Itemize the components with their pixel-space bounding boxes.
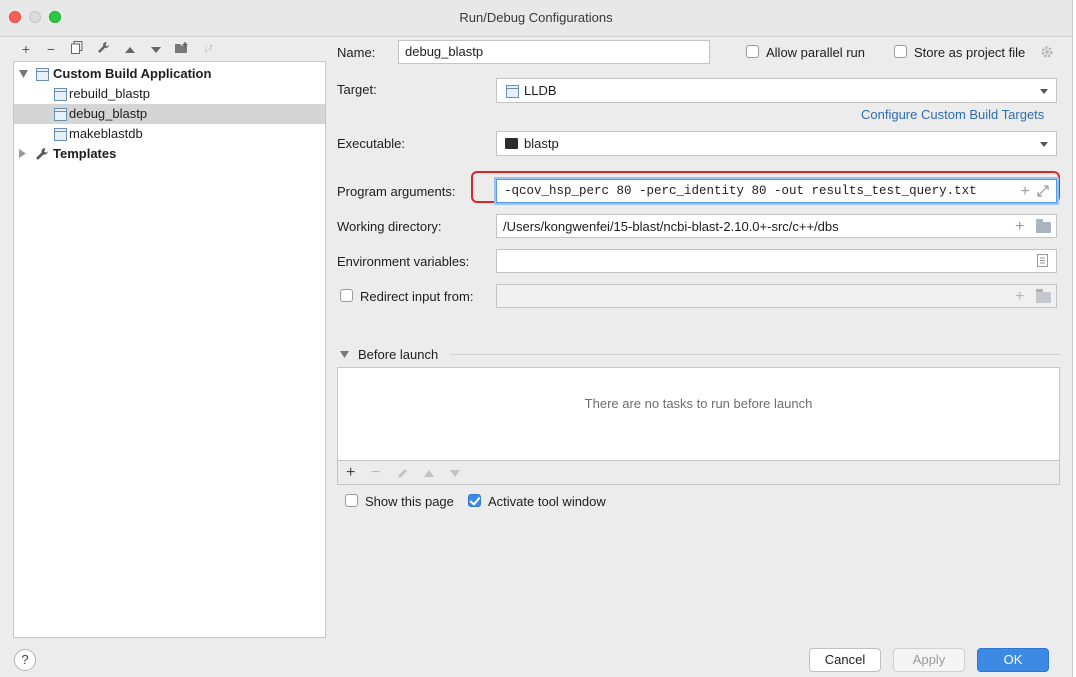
- config-icon: [506, 85, 519, 98]
- name-field[interactable]: debug_blastp: [398, 40, 710, 64]
- config-icon: [54, 108, 67, 121]
- cancel-button[interactable]: Cancel: [809, 648, 881, 672]
- plus-icon[interactable]: +: [1015, 219, 1024, 235]
- expand-arrow-icon[interactable]: [19, 70, 28, 78]
- collapse-arrow-icon[interactable]: [19, 149, 26, 158]
- terminal-icon: [505, 138, 518, 149]
- move-down-icon[interactable]: [147, 40, 165, 58]
- tree-templates-label: Templates: [53, 146, 117, 161]
- tree-item-rebuild-blastp[interactable]: rebuild_blastp: [14, 84, 325, 104]
- store-project-checkbox[interactable]: [894, 45, 907, 58]
- folder-icon[interactable]: [1036, 219, 1051, 233]
- tree-item-debug-blastp[interactable]: debug_blastp: [14, 104, 325, 124]
- executable-label: Executable:: [337, 136, 405, 151]
- new-folder-icon[interactable]: [173, 40, 191, 58]
- help-button[interactable]: ?: [14, 649, 36, 671]
- sort-icon[interactable]: ↓ᶻ: [199, 40, 217, 58]
- config-icon: [54, 88, 67, 101]
- remove-icon: −: [371, 464, 381, 481]
- plus-icon[interactable]: +: [1015, 184, 1035, 200]
- move-up-icon[interactable]: [121, 40, 139, 58]
- program-args-value: -qcov_hsp_perc 80 -perc_identity 80 -out…: [504, 184, 977, 198]
- store-project-label: Store as project file: [914, 45, 1026, 60]
- copy-icon[interactable]: [68, 40, 86, 58]
- collapse-arrow-icon[interactable]: [340, 351, 349, 358]
- allow-parallel-label: Allow parallel run: [766, 45, 865, 60]
- env-vars-label: Environment variables:: [337, 254, 470, 269]
- run-debug-dialog: Run/Debug Configurations + − ↓ᶻ Custom B…: [0, 0, 1073, 677]
- title-bar: Run/Debug Configurations: [0, 0, 1072, 37]
- working-dir-value: /Users/kongwenfei/15-blast/ncbi-blast-2.…: [503, 219, 839, 234]
- target-label: Target:: [337, 82, 377, 97]
- wrench-icon[interactable]: [94, 40, 112, 58]
- before-launch-header[interactable]: Before launch: [358, 347, 438, 362]
- tree-item-label: debug_blastp: [69, 106, 148, 121]
- name-label: Name:: [337, 45, 376, 60]
- executable-select[interactable]: blastp: [496, 131, 1057, 156]
- list-icon[interactable]: [1037, 254, 1048, 267]
- gear-icon[interactable]: [1040, 45, 1054, 59]
- activate-tool-label: Activate tool window: [488, 494, 606, 509]
- ok-button[interactable]: OK: [977, 648, 1049, 672]
- executable-value: blastp: [524, 136, 559, 151]
- add-icon[interactable]: +: [346, 464, 355, 482]
- show-page-checkbox[interactable]: [345, 494, 358, 507]
- target-value: LLDB: [524, 83, 557, 98]
- plus-icon: +: [1015, 288, 1025, 305]
- expand-icon[interactable]: [1037, 185, 1049, 197]
- redirect-input-label: Redirect input from:: [360, 289, 474, 304]
- tree-item-label: makeblastdb: [69, 126, 143, 141]
- tree-item-label: rebuild_blastp: [69, 86, 150, 101]
- tree-group-templates[interactable]: Templates: [14, 144, 325, 164]
- allow-parallel-checkbox[interactable]: [746, 45, 759, 58]
- edit-icon: [398, 469, 407, 478]
- config-icon: [54, 128, 67, 141]
- redirect-input-checkbox[interactable]: [340, 289, 353, 302]
- configurations-tree: Custom Build Application rebuild_blastp …: [13, 61, 326, 638]
- config-type-icon: [36, 68, 49, 81]
- before-launch-empty-text: There are no tasks to run before launch: [584, 396, 813, 411]
- move-down-icon: [450, 470, 460, 477]
- program-args-label: Program arguments:: [337, 184, 456, 199]
- redirect-input-field: +: [496, 284, 1057, 308]
- tree-group-custom-build[interactable]: Custom Build Application: [14, 64, 325, 84]
- apply-button[interactable]: Apply: [893, 648, 965, 672]
- window-title: Run/Debug Configurations: [459, 10, 613, 25]
- show-page-label: Show this page: [365, 494, 454, 509]
- tree-item-makeblastdb[interactable]: makeblastdb: [14, 124, 325, 144]
- target-select[interactable]: LLDB: [496, 78, 1057, 103]
- move-up-icon: [424, 470, 434, 477]
- before-launch-list: There are no tasks to run before launch: [337, 367, 1060, 461]
- configure-targets-link[interactable]: Configure Custom Build Targets: [861, 107, 1044, 122]
- section-divider: [450, 354, 1060, 355]
- program-args-field[interactable]: -qcov_hsp_perc 80 -perc_identity 80 -out…: [496, 179, 1057, 203]
- add-icon[interactable]: +: [17, 40, 35, 58]
- before-launch-toolbar: + −: [337, 460, 1060, 485]
- env-vars-field[interactable]: [496, 249, 1057, 273]
- folder-icon: [1036, 289, 1051, 303]
- activate-tool-checkbox[interactable]: [468, 494, 481, 507]
- tree-group-label: Custom Build Application: [53, 66, 212, 81]
- remove-icon[interactable]: −: [42, 40, 60, 58]
- chevron-down-icon: [1040, 142, 1048, 147]
- working-dir-field[interactable]: /Users/kongwenfei/15-blast/ncbi-blast-2.…: [496, 214, 1057, 238]
- chevron-down-icon: [1040, 89, 1048, 94]
- wrench-icon: [36, 148, 48, 160]
- working-dir-label: Working directory:: [337, 219, 442, 234]
